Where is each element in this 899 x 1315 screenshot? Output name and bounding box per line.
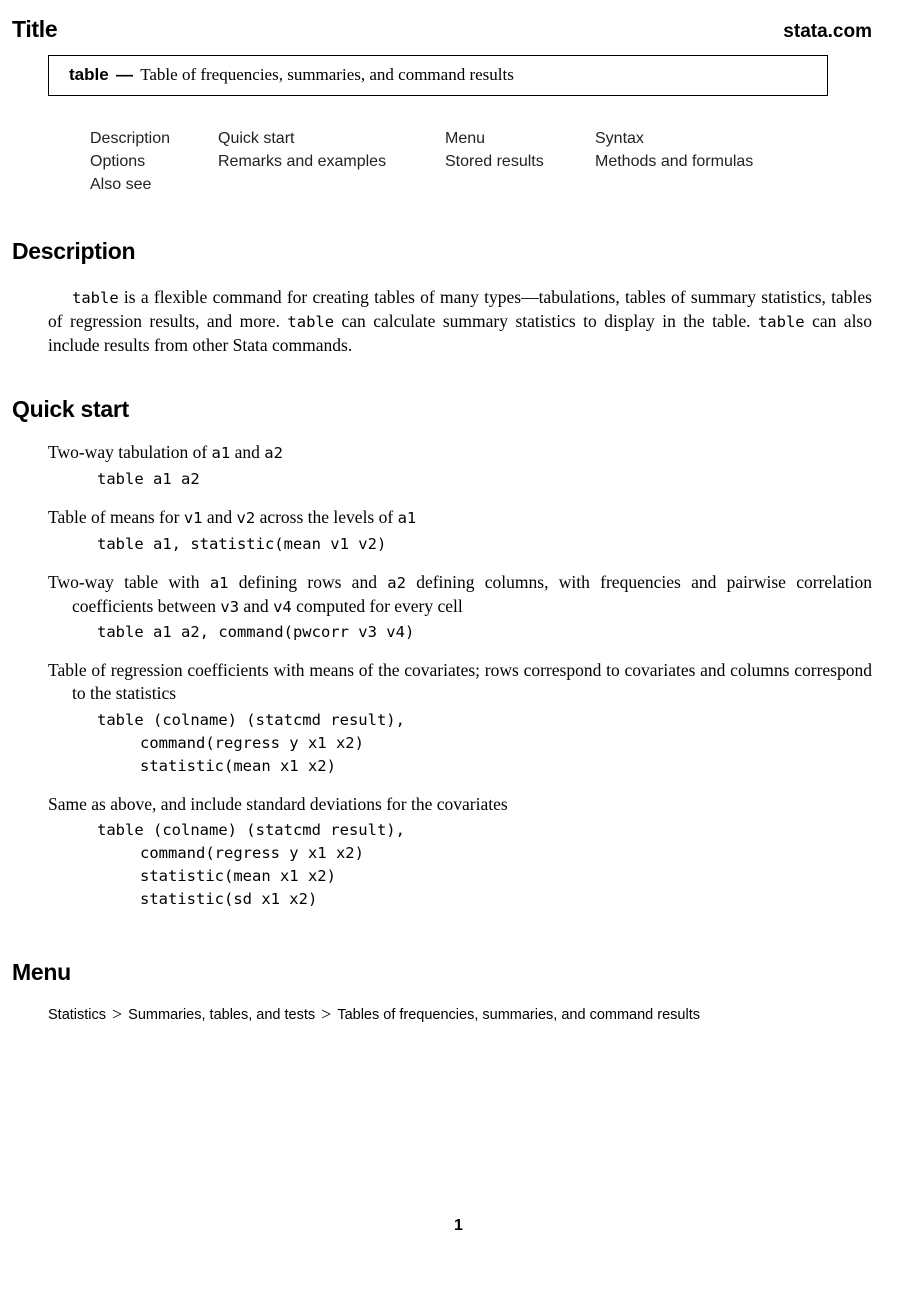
quick-start-description: Two-way table with a1 defining rows and … [48, 571, 872, 619]
quick-start-code-line: statistic(mean x1 x2) [140, 867, 336, 885]
site-name[interactable]: stata.com [783, 21, 872, 43]
quick-start-description: Table of means for v1 and v2 across the … [48, 506, 872, 530]
toc-link-description[interactable]: Description [90, 130, 170, 148]
menu-path-separator-icon: > [112, 1004, 123, 1024]
inline-code: table [287, 313, 335, 331]
quick-start-description: Table of regression coefficients with me… [48, 659, 872, 705]
menu-path-item: Statistics [48, 1007, 107, 1023]
quick-start-code-line: table a1 a2 [97, 470, 200, 488]
text-run: computed for every cell [291, 596, 463, 616]
quick-start-description: Two-way tabulation of a1 and a2 [48, 441, 872, 465]
section-heading-menu: Menu [12, 959, 71, 985]
toc-link-methods-and-formulas[interactable]: Methods and formulas [595, 153, 753, 171]
quick-start-code-line: table a1, statistic(mean v1 v2) [97, 535, 387, 553]
quick-start-code-line: table (colname) (statcmd result), [97, 821, 405, 839]
page-number: 1 [454, 1217, 463, 1234]
toc-link-quick-start[interactable]: Quick start [218, 130, 294, 148]
text-run: can calculate summary statistics to disp… [334, 311, 758, 331]
quick-start-code-line: command(regress y x1 x2) [140, 844, 364, 862]
inline-code: v1 [183, 509, 203, 527]
quick-start-code-line: statistic(sd x1 x2) [140, 890, 318, 908]
inline-code: a1 [397, 509, 417, 527]
menu-path: Statistics > Summaries, tables, and tests >… [48, 1003, 700, 1024]
text-run: and [202, 507, 237, 527]
command-name: table [69, 65, 109, 84]
inline-code: a2 [264, 444, 283, 462]
toc-link-remarks-and-examples[interactable]: Remarks and examples [218, 153, 386, 171]
title-dash: — [115, 65, 133, 84]
text-run: defining rows and [228, 572, 388, 592]
text-run: Two-way tabulation of [48, 442, 212, 462]
inline-code: v2 [236, 509, 256, 527]
title-box: table — Table of frequencies, summaries,… [48, 55, 828, 96]
section-heading-description: Description [12, 238, 136, 264]
text-run: Table of means for [48, 507, 184, 527]
section-heading-title: Title [12, 16, 58, 42]
inline-code: a1 [209, 574, 229, 592]
toc-link-menu[interactable]: Menu [445, 130, 485, 148]
command-description: Table of frequencies, summaries, and com… [140, 65, 514, 84]
toc-link-options[interactable]: Options [90, 153, 145, 171]
menu-path-item: Summaries, tables, and tests [128, 1007, 316, 1023]
quick-start-description: Same as above, and include standard devi… [48, 793, 872, 816]
text-run: Table of regression coefficients with me… [48, 660, 872, 703]
text-run: Same as above, and include standard devi… [48, 794, 508, 814]
text-run: Two-way table with [48, 572, 210, 592]
inline-code: a2 [387, 574, 406, 592]
inline-code: v3 [220, 598, 240, 616]
text-run: and [239, 596, 274, 616]
quick-start-code-line: table a1 a2, command(pwcorr v3 v4) [97, 623, 415, 641]
quick-start-code-line: statistic(mean x1 x2) [140, 757, 336, 775]
text-run: and [230, 442, 265, 462]
quick-start-code-line: table (colname) (statcmd result), [97, 711, 405, 729]
inline-code: table [72, 289, 119, 307]
quick-start-code-line: command(regress y x1 x2) [140, 734, 364, 752]
inline-code: v4 [273, 598, 292, 616]
toc-link-syntax[interactable]: Syntax [595, 130, 644, 148]
inline-code: table [757, 313, 805, 331]
menu-path-separator-icon: > [321, 1004, 332, 1024]
menu-path-item: Tables of frequencies, summaries, and co… [337, 1007, 700, 1023]
toc-link-also-see[interactable]: Also see [90, 176, 151, 194]
text-run: across the levels of [255, 507, 398, 527]
description-paragraph: table is a flexible command for creating… [48, 286, 872, 357]
inline-code: a1 [211, 444, 231, 462]
section-heading-quick-start: Quick start [12, 396, 129, 422]
toc-link-stored-results[interactable]: Stored results [445, 153, 544, 171]
